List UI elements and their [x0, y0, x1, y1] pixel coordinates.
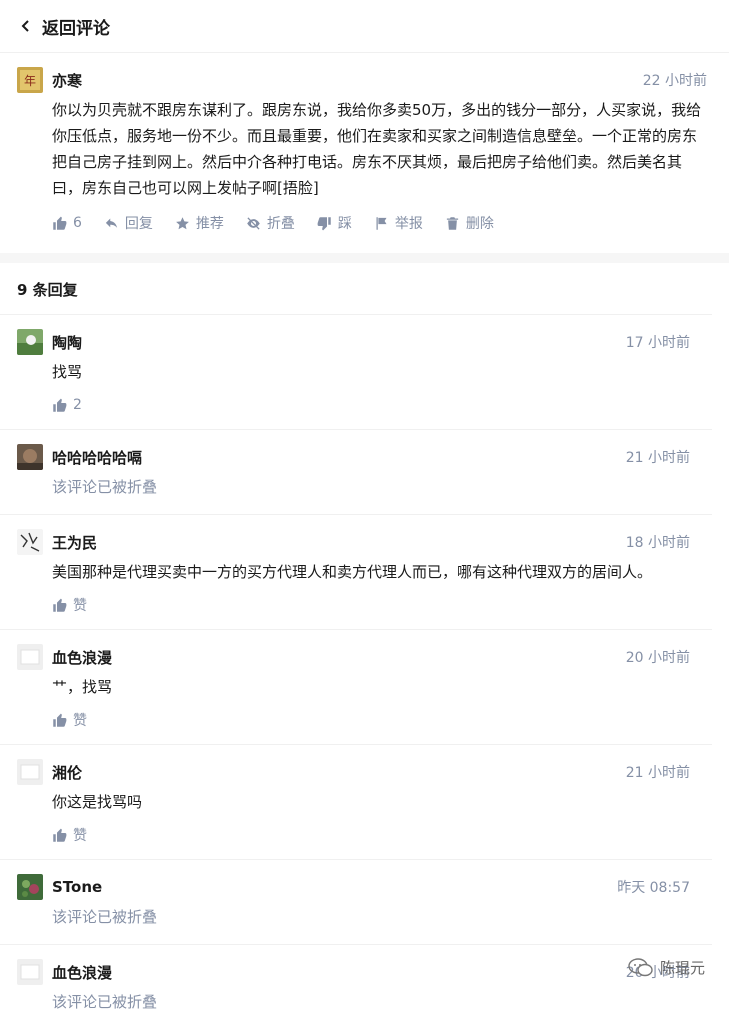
report-button[interactable]: 举报	[374, 213, 423, 233]
reply-item: STone 昨天 08:57 该评论已被折叠	[0, 860, 712, 945]
reply-item: 血色浪漫 20 小时前 该评论已被折叠	[0, 945, 712, 1029]
like-button[interactable]: 6	[52, 215, 82, 231]
like-button[interactable]: 2	[52, 395, 690, 415]
collapsed-notice[interactable]: 该评论已被折叠	[52, 989, 690, 1015]
collapsed-notice[interactable]: 该评论已被折叠	[52, 904, 690, 930]
like-button[interactable]: 赞	[52, 825, 690, 845]
star-icon	[175, 216, 190, 231]
watermark: 陈琨元	[628, 957, 705, 978]
like-label: 赞	[73, 713, 87, 729]
author-name[interactable]: STone	[52, 878, 617, 896]
dislike-label: 踩	[337, 216, 352, 232]
comment-content: 美国那种是代理买卖中一方的买方代理人和卖方代理人而已，哪有这种代理双方的居间人。	[52, 563, 653, 581]
like-label: 赞	[73, 828, 87, 844]
collapsed-notice[interactable]: 该评论已被折叠	[52, 474, 690, 500]
author-name[interactable]: 血色浪漫	[52, 647, 626, 668]
reply-item: 王为民 18 小时前 美国那种是代理买卖中一方的买方代理人和卖方代理人而已，哪有…	[0, 515, 712, 630]
reply-count: 9 条回复	[0, 263, 712, 315]
reply-label: 回复	[124, 216, 153, 232]
avatar[interactable]	[17, 959, 43, 985]
thumbs-up-icon	[52, 598, 67, 613]
reply-item: 血色浪漫 20 小时前 艹，找骂 赞	[0, 630, 712, 745]
timestamp: 22 小时前	[642, 73, 707, 89]
svg-text:年: 年	[24, 74, 36, 88]
thumbs-up-icon	[52, 713, 67, 728]
avatar[interactable]	[17, 759, 43, 785]
delete-label: 删除	[465, 216, 494, 232]
recommend-button[interactable]: 推荐	[175, 213, 224, 233]
reply-item: 哈哈哈哈哈嗝 21 小时前 该评论已被折叠	[0, 430, 712, 515]
thumbs-up-icon	[52, 828, 67, 843]
like-button[interactable]: 赞	[52, 595, 690, 615]
fold-button[interactable]: 折叠	[246, 213, 295, 233]
root-comment: 年 亦寒 22 小时前 你以为贝壳就不跟房东谋利了。跟房东说，我给你多卖50万，…	[0, 53, 729, 247]
avatar[interactable]	[17, 874, 43, 900]
avatar[interactable]	[17, 644, 43, 670]
comment-content: 你这是找骂吗	[52, 793, 143, 811]
like-label: 赞	[73, 598, 87, 614]
avatar[interactable]	[17, 529, 43, 555]
eye-off-icon	[246, 216, 261, 231]
header: 返回评论	[0, 0, 729, 53]
avatar[interactable]: 年	[17, 67, 43, 93]
timestamp: 17 小时前	[625, 335, 690, 351]
timestamp: 昨天 08:57	[617, 880, 690, 896]
delete-button[interactable]: 删除	[445, 213, 494, 233]
like-button[interactable]: 赞	[52, 710, 690, 730]
timestamp: 18 小时前	[625, 535, 690, 551]
author-name[interactable]: 陶陶	[52, 332, 626, 353]
comment-content: 艹，找骂	[52, 678, 113, 696]
back-to-comments-link[interactable]: 返回评论	[42, 14, 110, 39]
reply-item: 湘伦 21 小时前 你这是找骂吗 赞	[0, 745, 712, 860]
recommend-label: 推荐	[195, 216, 224, 232]
comment-content: 你以为贝壳就不跟房东谋利了。跟房东说，我给你多卖50万，多出的钱分一部分，人买家…	[52, 101, 702, 197]
thumbs-down-icon	[317, 216, 332, 231]
watermark-text: 陈琨元	[659, 959, 705, 977]
comment-actions: 6 回复 推荐 折叠 踩 举报 删除	[52, 213, 707, 233]
author-name[interactable]: 亦寒	[52, 70, 643, 91]
thumbs-up-icon	[52, 216, 67, 231]
timestamp: 21 小时前	[625, 450, 690, 466]
reply-button[interactable]: 回复	[104, 213, 153, 233]
author-name[interactable]: 哈哈哈哈哈嗝	[52, 447, 626, 468]
flag-icon	[374, 216, 389, 231]
section-divider	[0, 253, 729, 263]
wechat-icon	[628, 957, 653, 976]
trash-icon	[445, 216, 460, 231]
avatar[interactable]	[17, 444, 43, 470]
timestamp: 20 小时前	[625, 650, 690, 666]
fold-label: 折叠	[266, 216, 295, 232]
thumbs-up-icon	[52, 398, 67, 413]
reply-item: 陶陶 17 小时前 找骂 2	[0, 315, 712, 430]
avatar[interactable]	[17, 329, 43, 355]
report-label: 举报	[394, 216, 423, 232]
comment-content: 找骂	[52, 363, 83, 381]
dislike-button[interactable]: 踩	[317, 213, 352, 233]
author-name[interactable]: 湘伦	[52, 762, 626, 783]
like-count: 2	[73, 397, 82, 413]
timestamp: 21 小时前	[625, 765, 690, 781]
like-count: 6	[73, 215, 82, 231]
reply-icon	[104, 216, 119, 231]
chevron-left-icon[interactable]	[18, 18, 34, 34]
author-name[interactable]: 血色浪漫	[52, 962, 626, 983]
author-name[interactable]: 王为民	[52, 532, 626, 553]
